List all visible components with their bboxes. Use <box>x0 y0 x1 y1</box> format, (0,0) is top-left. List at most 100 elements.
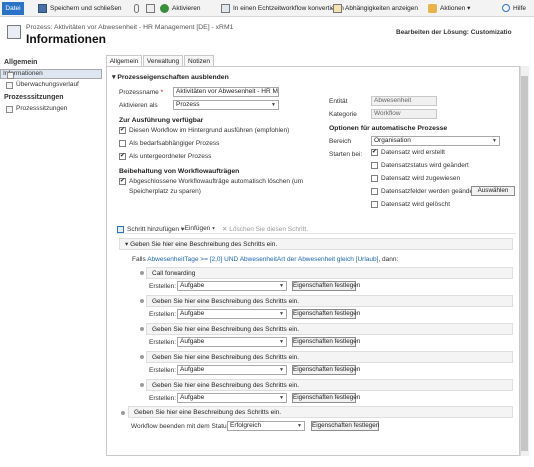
checkbox[interactable] <box>119 140 126 147</box>
step-description-top[interactable]: ▾ Geben Sie hier eine Beschreibung des S… <box>119 238 513 250</box>
solution-label: Bearbeiten der Lösung: Customizatio <box>396 29 512 36</box>
checkbox[interactable] <box>371 201 378 208</box>
convert-realtime-button[interactable]: In einen Echtzeitworkflow konvertieren <box>221 3 344 14</box>
start-when-label: Starten bei: <box>329 151 363 158</box>
category-label: Kategorie <box>329 111 357 118</box>
step-description-bottom[interactable]: Geben Sie hier eine Beschreibung des Sch… <box>128 406 513 418</box>
checkbox[interactable]: ✔ <box>371 149 378 156</box>
create-type-select[interactable]: Aufgabe ▼ <box>177 365 287 375</box>
delete-step-button[interactable]: ✕ Löschen Sie diesen Schritt. <box>222 225 308 233</box>
retention-option-line2: Speicherplatz zu sparen) <box>129 188 201 195</box>
start-option-fields-changed[interactable]: Datensatzfelder werden geändert <box>371 188 477 195</box>
available-heading: Zur Ausführung verfügbar <box>119 117 204 124</box>
step-bullet <box>140 327 144 331</box>
retention-heading: Beibehaltung von Workflowaufträgen <box>119 168 240 175</box>
category-field: Workflow <box>371 109 437 119</box>
start-option-deleted[interactable]: Datensatz wird gelöscht <box>371 201 450 208</box>
save-icon <box>38 3 47 13</box>
attach-button[interactable] <box>134 3 142 14</box>
step-bullet <box>121 411 125 415</box>
sub-step-2[interactable]: Geben Sie hier eine Beschreibung des Sch… <box>146 295 513 307</box>
help-button[interactable]: Hilfe <box>502 3 526 14</box>
history-icon <box>6 82 13 89</box>
chevron-down-icon: ▼ <box>279 311 284 317</box>
create-type-select[interactable]: Aufgabe ▼ <box>177 337 287 347</box>
form-icon <box>7 72 14 79</box>
end-status-select[interactable]: Erfolgreich ▼ <box>227 421 305 431</box>
checkbox[interactable]: ✔ <box>119 127 126 134</box>
checkbox[interactable]: ✔ <box>119 153 126 160</box>
step-bullet <box>140 271 144 275</box>
create-type-select[interactable]: Aufgabe ▼ <box>177 309 287 319</box>
sub-step-1[interactable]: Call forwarding <box>146 267 513 279</box>
chevron-down-icon: ▼ <box>279 395 284 401</box>
available-option-on-demand[interactable]: Als bedarfsabhängiger Prozess <box>119 140 219 147</box>
sub-step-4[interactable]: Geben Sie hier eine Beschreibung des Sch… <box>146 351 513 363</box>
retention-option[interactable]: ✔ Abgeschlossene Workflowaufträge automat… <box>119 178 303 185</box>
activate-button[interactable]: Aktivieren <box>160 3 201 14</box>
add-step-icon <box>117 225 124 233</box>
end-workflow-label: Workflow beenden mit dem Status: <box>131 423 232 430</box>
chevron-down-icon: ▼ <box>279 339 284 345</box>
start-option-status-changed[interactable]: Datensatzstatus wird geändert <box>371 162 469 169</box>
help-icon <box>502 4 510 13</box>
add-step-button[interactable]: Schritt hinzufügen ▾ <box>117 225 184 233</box>
chevron-down-icon: ▾ <box>210 225 215 232</box>
set-properties-button[interactable]: Eigenschaften festlegen <box>292 281 360 291</box>
available-option-background[interactable]: ✔ Diesen Workflow im Hintergrund ausführe… <box>119 127 289 134</box>
insert-button[interactable]: ⤷Einfügen ▾ <box>181 225 215 233</box>
print-icon <box>146 3 155 13</box>
activate-as-select[interactable]: Prozess ▼ <box>173 100 279 110</box>
entity-label: Entität <box>329 98 348 105</box>
chevron-down-icon: ▼ <box>279 283 284 289</box>
chevron-down-icon: ▼ <box>279 367 284 373</box>
set-properties-button[interactable]: Eigenschaften festlegen <box>292 337 360 347</box>
process-icon <box>7 25 21 39</box>
checkbox[interactable] <box>371 188 378 195</box>
scope-select[interactable]: Organisation ▼ <box>371 136 500 146</box>
set-properties-button[interactable]: Eigenschaften festlegen <box>292 393 360 403</box>
step-bullet <box>140 383 144 387</box>
print-button[interactable] <box>146 3 158 14</box>
sub-step-3[interactable]: Geben Sie hier eine Beschreibung des Sch… <box>146 323 513 335</box>
actions-icon <box>428 3 437 13</box>
nav-item-process-sessions[interactable]: Prozesssitzungen <box>0 104 102 114</box>
left-navigation: Allgemein Informationen Überwachungsverl… <box>0 55 103 467</box>
dependencies-button[interactable]: Abhängigkeiten anzeigen <box>333 3 418 14</box>
scrollbar-thumb[interactable] <box>521 76 528 451</box>
set-properties-button-end[interactable]: Eigenschaften festlegen <box>311 421 379 431</box>
page-title: Informationen <box>26 32 106 46</box>
step-bullet <box>140 355 144 359</box>
sub-step-5[interactable]: Geben Sie hier eine Beschreibung des Sch… <box>146 379 513 391</box>
chevron-down-icon: ▼ <box>271 102 276 108</box>
activate-as-label: Aktivieren als <box>119 102 158 109</box>
create-label: Erstellen: <box>149 339 177 346</box>
session-icon <box>6 106 13 113</box>
checkbox[interactable]: ✔ <box>119 178 126 185</box>
dependencies-icon <box>333 3 342 13</box>
process-name-label: Prozessname * <box>119 89 164 96</box>
paperclip-icon <box>134 3 139 13</box>
nav-heading-general: Allgemein <box>4 59 38 66</box>
actions-menu-button[interactable]: Aktionen ▾ <box>428 3 470 14</box>
set-properties-button[interactable]: Eigenschaften festlegen <box>292 365 360 375</box>
create-type-select[interactable]: Aufgabe ▼ <box>177 281 287 291</box>
create-type-select[interactable]: Aufgabe ▼ <box>177 393 287 403</box>
select-fields-button[interactable]: Auswählen <box>471 186 515 196</box>
section-toggle[interactable]: ▾ Prozesseigenschaften ausblenden <box>112 73 229 81</box>
condition-link[interactable]: AbwesenheitTage >= [2,0] UND Abwesenheit… <box>147 256 378 263</box>
start-option-created[interactable]: ✔ Datensatz wird erstellt <box>371 149 445 156</box>
available-option-child[interactable]: ✔ Als untergeordneter Prozess <box>119 153 211 160</box>
start-option-assigned[interactable]: Datensatz wird zugewiesen <box>371 175 460 182</box>
process-name-field[interactable]: Aktivitäten vor Abwesenheit - HR Mana <box>173 87 279 97</box>
checkbox[interactable] <box>371 162 378 169</box>
checkbox[interactable] <box>371 175 378 182</box>
set-properties-button[interactable]: Eigenschaften festlegen <box>292 309 360 319</box>
auto-options-heading: Optionen für automatische Prozesse <box>329 125 448 132</box>
step-bullet <box>140 299 144 303</box>
nav-item-audit-history[interactable]: Überwachungsverlauf <box>0 80 102 90</box>
scope-label: Bereich <box>329 138 352 145</box>
save-close-button[interactable]: Speichern und schließen <box>38 3 122 14</box>
nav-item-informationen[interactable]: Informationen <box>0 69 102 79</box>
file-tab[interactable]: Datei <box>2 2 24 15</box>
